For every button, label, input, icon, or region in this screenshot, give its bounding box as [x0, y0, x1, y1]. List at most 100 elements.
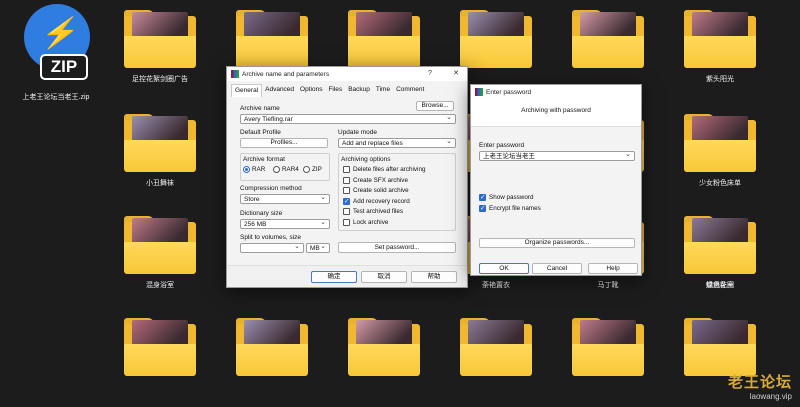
folder-icon — [236, 10, 308, 68]
folder-item[interactable] — [334, 318, 434, 398]
archiving-option-checkbox[interactable]: Lock archive — [343, 218, 388, 226]
folder-icon — [124, 10, 196, 68]
password-ok-button[interactable]: OK — [479, 263, 529, 274]
folder-icon — [348, 10, 420, 68]
dialog-footer: 确定 取消 帮助 — [227, 265, 467, 287]
set-password-button[interactable]: Set password... — [338, 242, 456, 253]
profiles-button[interactable]: Profiles... — [240, 138, 328, 148]
tab-files[interactable]: Files — [325, 84, 345, 97]
password-cancel-button[interactable]: Cancel — [532, 263, 582, 274]
folder-icon — [684, 216, 756, 274]
split-unit-select[interactable]: MB — [306, 242, 330, 253]
zip-archive-icon: ⚡ ZIP — [24, 4, 92, 80]
dictionary-select[interactable]: 256 MB — [240, 218, 330, 229]
split-size-input[interactable] — [240, 242, 304, 253]
help-button[interactable]: 帮助 — [411, 271, 457, 283]
folder-icon — [684, 10, 756, 68]
password-help-button[interactable]: Help — [588, 263, 638, 274]
folder-icon — [124, 318, 196, 376]
archive-name-field[interactable]: Avery Tiefling.rar — [240, 113, 456, 124]
cancel-button[interactable]: 取消 — [361, 271, 407, 283]
tab-backup[interactable]: Backup — [345, 84, 373, 97]
password-dialog-header: Archiving with password — [471, 99, 641, 127]
update-mode-select[interactable]: Add and replace files — [338, 137, 456, 148]
encrypt-file-names-checkbox[interactable]: Encrypt file names — [479, 204, 541, 212]
folder-item[interactable]: 混身浴室 — [110, 216, 210, 296]
archiving-option-checkbox[interactable]: Create SFX archive — [343, 176, 408, 184]
folder-icon — [460, 10, 532, 68]
tab-bar: General Advanced Options Files Backup Ti… — [231, 84, 427, 97]
dialog-title: Archive name and parameters — [242, 70, 330, 78]
archiving-with-password-text: Archiving with password — [521, 107, 591, 114]
winrar-icon — [231, 70, 239, 78]
archive-dialog-titlebar: Archive name and parameters ? ✕ — [227, 67, 467, 81]
folder-item[interactable] — [110, 318, 210, 398]
folder-label: 少女粉色床单 — [699, 180, 741, 187]
format-rar4-radio[interactable]: RAR4 — [273, 166, 299, 173]
update-mode-label: Update mode — [338, 129, 378, 136]
help-icon[interactable]: ? — [423, 68, 437, 80]
folder-item[interactable] — [222, 318, 322, 398]
folder-item[interactable] — [558, 318, 658, 398]
archiving-option-checkbox[interactable]: Delete files after archiving — [343, 166, 425, 173]
archive-name-label: Archive name — [240, 105, 280, 112]
password-dialog-titlebar: Enter password — [471, 85, 641, 99]
tab-options[interactable]: Options — [297, 84, 325, 97]
folder-item[interactable] — [446, 318, 546, 398]
archiving-option-checkbox[interactable]: Create solid archive — [343, 187, 409, 194]
format-zip-radio[interactable]: ZIP — [303, 166, 322, 173]
split-label: Split to volumes, size — [240, 234, 302, 241]
password-dialog: Enter password Archiving with password E… — [470, 84, 642, 276]
zip-badge: ZIP — [40, 54, 88, 80]
folder-icon — [124, 114, 196, 172]
folder-icon — [124, 216, 196, 274]
password-input[interactable]: 上老王论坛当老王 — [479, 150, 635, 161]
enter-password-label: Enter password — [479, 142, 525, 149]
folder-item[interactable]: 少女粉色床单 — [670, 114, 770, 194]
close-icon[interactable]: ✕ — [449, 68, 463, 80]
archiving-option-checkbox[interactable]: Add recovery record — [343, 197, 410, 205]
dictionary-label: Dictionary size — [240, 210, 283, 217]
password-dialog-title: Enter password — [486, 88, 532, 96]
folder-label: 绿色花园 — [706, 282, 734, 289]
watermark-title: 老王论坛 — [727, 374, 792, 391]
show-password-checkbox[interactable]: Show password — [479, 193, 533, 201]
browse-button[interactable]: Browse... — [416, 101, 454, 111]
winrar-icon — [475, 88, 483, 96]
folder-item[interactable]: 小丑舞袜 — [110, 114, 210, 194]
folder-icon — [572, 10, 644, 68]
compression-select[interactable]: Store — [240, 193, 330, 204]
compression-label: Compression method — [240, 185, 302, 192]
folder-icon — [236, 318, 308, 376]
default-profile-label: Default Profile — [240, 129, 281, 136]
archive-format-label: Archive format — [243, 156, 285, 163]
folder-icon — [348, 318, 420, 376]
folder-item[interactable]: 绿色花园 — [670, 216, 770, 296]
tab-time[interactable]: Time — [373, 84, 393, 97]
ok-button[interactable]: 确定 — [311, 271, 357, 283]
folder-item[interactable]: 紫头阳光 — [670, 10, 770, 90]
format-rar-radio[interactable]: RAR — [243, 166, 265, 173]
folder-icon — [684, 114, 756, 172]
folder-label: 马丁靴 — [597, 282, 619, 289]
folder-label: 混身浴室 — [146, 282, 174, 289]
archiving-option-checkbox[interactable]: Test archived files — [343, 208, 403, 215]
watermark: 老王论坛 laowang.vip — [728, 371, 792, 401]
organize-passwords-button[interactable]: Organize passwords... — [479, 238, 635, 248]
tab-advanced[interactable]: Advanced — [262, 84, 297, 97]
zip-file-label: 上老王论坛当老王.zip — [22, 94, 90, 101]
folder-label: 紫头阳光 — [706, 76, 734, 83]
folder-item[interactable]: 足控花絮剑圈广告 — [110, 10, 210, 90]
tab-comment[interactable]: Comment — [393, 84, 427, 97]
zip-file[interactable]: ⚡ ZIP 上老王论坛当老王.zip — [6, 4, 106, 101]
folder-label: 小丑舞袜 — [146, 180, 174, 187]
archiving-options-label: Archiving options — [341, 156, 391, 163]
folder-icon — [460, 318, 532, 376]
folder-icon — [572, 318, 644, 376]
folder-icon — [684, 318, 756, 376]
tab-general[interactable]: General — [231, 84, 263, 97]
archive-dialog: Archive name and parameters ? ✕ General … — [226, 66, 468, 288]
watermark-url: laowang.vip — [749, 392, 792, 401]
folder-item[interactable] — [558, 10, 658, 90]
folder-label: 足控花絮剑圈广告 — [132, 76, 188, 83]
